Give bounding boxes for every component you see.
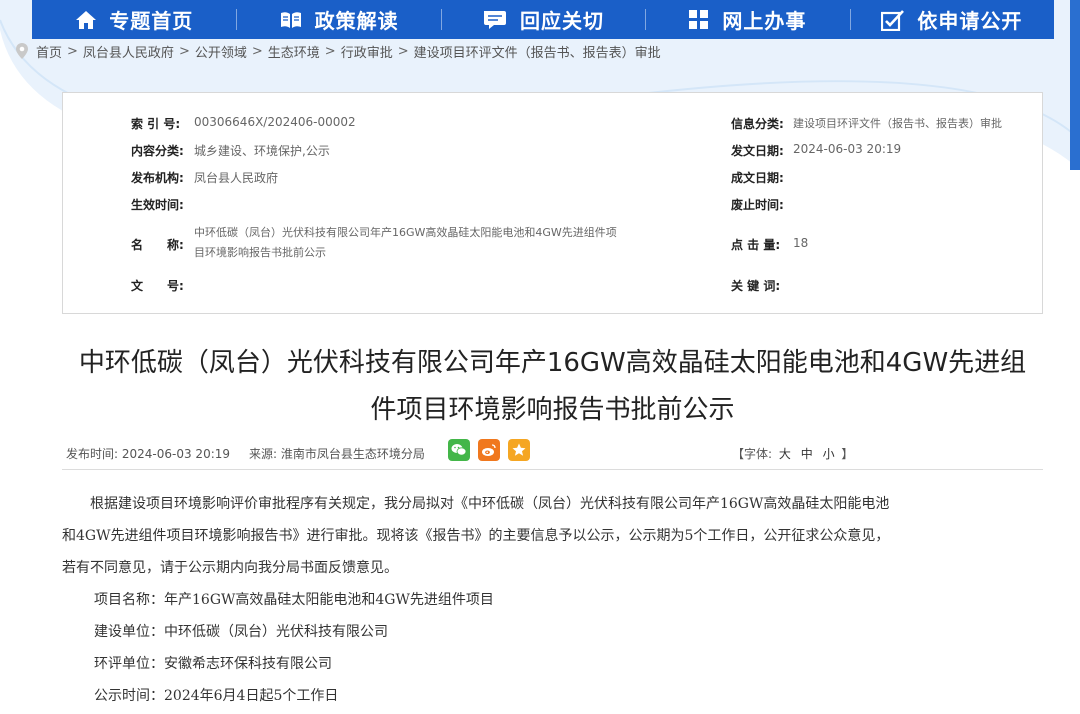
article-title: 中环低碳（凤台）光伏科技有限公司年产16GW高效晶硅太阳能电池和4GW先进组 件… [62,340,1043,434]
source-value: 淮南市凤台县生态环境分局 [280,447,425,461]
meta-index-value: 00306646X/202406-00002 [194,115,356,129]
meta-keywords-label: 关 键 词: [731,279,781,293]
meta-date-value: 2024-06-03 20:19 [793,142,902,156]
breadcrumb-environment[interactable]: 生态环境 [268,42,320,61]
font-size-large[interactable]: 大 [779,447,791,461]
breadcrumb-home[interactable]: 首页 [36,42,62,61]
meta-docno: 文 号: [131,277,194,294]
publish-time-value: 2024-06-03 20:19 [121,447,231,461]
meta-issue-date: 发文日期: 2024-06-03 20:19 [731,142,901,159]
breadcrumb: 首页 > 凤台县人民政府 > 公开领域 > 生态环境 > 行政审批 > 建设项目环评文件（… [16,42,661,61]
para1-line2: 和4GW先进组件项目环境影响报告书》进行审批。现将该《报告书》的主要信息予以公示… [62,528,890,544]
publish-time-label: 发布时间: [66,447,119,461]
font-size-label: 【字体: [732,447,773,461]
publish-time: 发布时间: 2024-06-03 20:19 [66,445,230,462]
body-builder: 建设单位：中环低碳（凤台）光伏科技有限公司 [94,624,388,640]
meta-expire-label: 废止时间: [731,198,784,212]
meta-name-value-line1: 中环低碳（凤台）光伏科技有限公司年产16GW高效晶硅太阳能电池和4GW先进组件项 [194,226,617,239]
font-size-close: 】 [841,447,854,461]
meta-content-category: 内容分类: 城乡建设、环境保护,公示 [131,142,330,159]
nav-response-label: 回应关切 [520,9,605,33]
meta-category: 信息分类: 建设项目环评文件（报告书、报告表）审批 [731,115,1002,132]
article-info-bar: 发布时间: 2024-06-03 20:19 来源: 淮南市凤台县生态环境分局 … [62,436,1043,470]
article-body: 根据建设项目环境影响评价审批程序有关规定，我分局拟对《中环低碳（凤台）光伏科技有… [62,488,1045,712]
body-eia-unit: 环评单位：安徽希志环保科技有限公司 [94,656,332,672]
meta-name-value-line2: 目环境影响报告书批前公示 [194,246,326,259]
meta-hits: 点 击 量: 18 [731,236,808,253]
article-title-line2: 件项目环境影响报告书批前公示 [370,395,735,425]
meta-category-label: 信息分类: [731,117,784,131]
add-favorite-button[interactable] [508,439,530,461]
book-icon [280,11,301,28]
star-icon [512,443,526,456]
meta-publisher: 发布机构: 凤台县人民政府 [131,169,278,186]
weibo-icon [482,444,496,456]
nav-home-label: 专题首页 [109,9,194,33]
meta-docno-label: 文 号: [131,279,184,293]
location-pin-icon [16,43,28,59]
chat-icon [484,10,507,29]
meta-made-date: 成文日期: [731,169,793,186]
meta-hits-label: 点 击 量: [731,238,781,252]
body-paragraph-1: 根据建设项目环境影响评价审批程序有关规定，我分局拟对《中环低碳（凤台）光伏科技有… [62,488,1045,584]
meta-content-label: 内容分类: [131,144,184,158]
meta-name-label: 名 称: [131,238,184,252]
meta-made-label: 成文日期: [731,171,784,185]
font-size-small[interactable]: 小 [823,447,835,461]
meta-effective: 生效时间: [131,196,194,213]
grid-icon [689,9,709,29]
breadcrumb-admin-approval[interactable]: 行政审批 [341,42,393,61]
share-weibo-button[interactable] [478,439,500,461]
font-size-medium[interactable]: 中 [801,447,813,461]
breadcrumb-county-gov[interactable]: 凤台县人民政府 [83,42,174,61]
meta-name: 名 称: 中环低碳（凤台）光伏科技有限公司年产16GW高效晶硅太阳能电池和4GW… [131,223,684,263]
breadcrumb-public-domain[interactable]: 公开领域 [195,42,247,61]
meta-date-label: 发文日期: [731,144,784,158]
breadcrumb-current[interactable]: 建设项目环评文件（报告书、报告表）审批 [414,42,661,61]
meta-effective-label: 生效时间: [131,198,184,212]
meta-org-label: 发布机构: [131,171,184,185]
wechat-icon [451,444,467,456]
nav-online-service-label: 网上办事 [722,9,807,33]
nav-apply-disclosure-label: 依申请公开 [917,9,1023,33]
nav-apply-disclosure[interactable]: 依申请公开 [849,0,1054,39]
meta-keywords: 关 键 词: [731,277,793,294]
meta-content-value: 城乡建设、环境保护,公示 [194,144,330,158]
nav-policy-label: 政策解读 [314,9,399,33]
document-metadata-box: 索 引 号: 00306646X/202406-00002 信息分类: 建设项目… [62,92,1043,314]
para1-line1: 根据建设项目环境影响评价审批程序有关规定，我分局拟对《中环低碳（凤台）光伏科技有… [90,496,890,512]
meta-name-value: 中环低碳（凤台）光伏科技有限公司年产16GW高效晶硅太阳能电池和4GW先进组件项… [194,223,684,263]
home-icon [76,10,97,29]
meta-hits-value: 18 [793,236,809,250]
nav-response[interactable]: 回应关切 [440,0,645,39]
share-wechat-button[interactable] [448,439,470,461]
top-navigation: 专题首页 政策解读 回应关切 网上办事 依申请公开 [32,0,1054,39]
meta-org-value: 凤台县人民政府 [194,171,279,185]
meta-index: 索 引 号: 00306646X/202406-00002 [131,115,356,132]
nav-home[interactable]: 专题首页 [32,0,236,39]
meta-index-label: 索 引 号: [131,117,181,131]
font-size-selector: 【字体: 大 中 小 】 [732,445,853,462]
nav-policy[interactable]: 政策解读 [236,0,440,39]
nav-online-service[interactable]: 网上办事 [645,0,849,39]
para1-line3: 若有不同意见，请于公示期内向我分局书面反馈意见。 [62,560,398,576]
source-label: 来源: [249,447,278,461]
checkbox-icon [881,9,905,31]
body-project-name: 项目名称：年产16GW高效晶硅太阳能电池和4GW先进组件项目 [94,592,494,608]
article-source: 来源: 淮南市凤台县生态环境分局 [249,445,425,462]
meta-expire: 废止时间: [731,196,793,213]
article-title-line1: 中环低碳（凤台）光伏科技有限公司年产16GW高效晶硅太阳能电池和4GW先进组 [78,348,1027,378]
meta-category-value: 建设项目环评文件（报告书、报告表）审批 [793,117,1002,130]
body-publicity-period: 公示时间：2024年6月4日起5个工作日 [94,688,339,704]
